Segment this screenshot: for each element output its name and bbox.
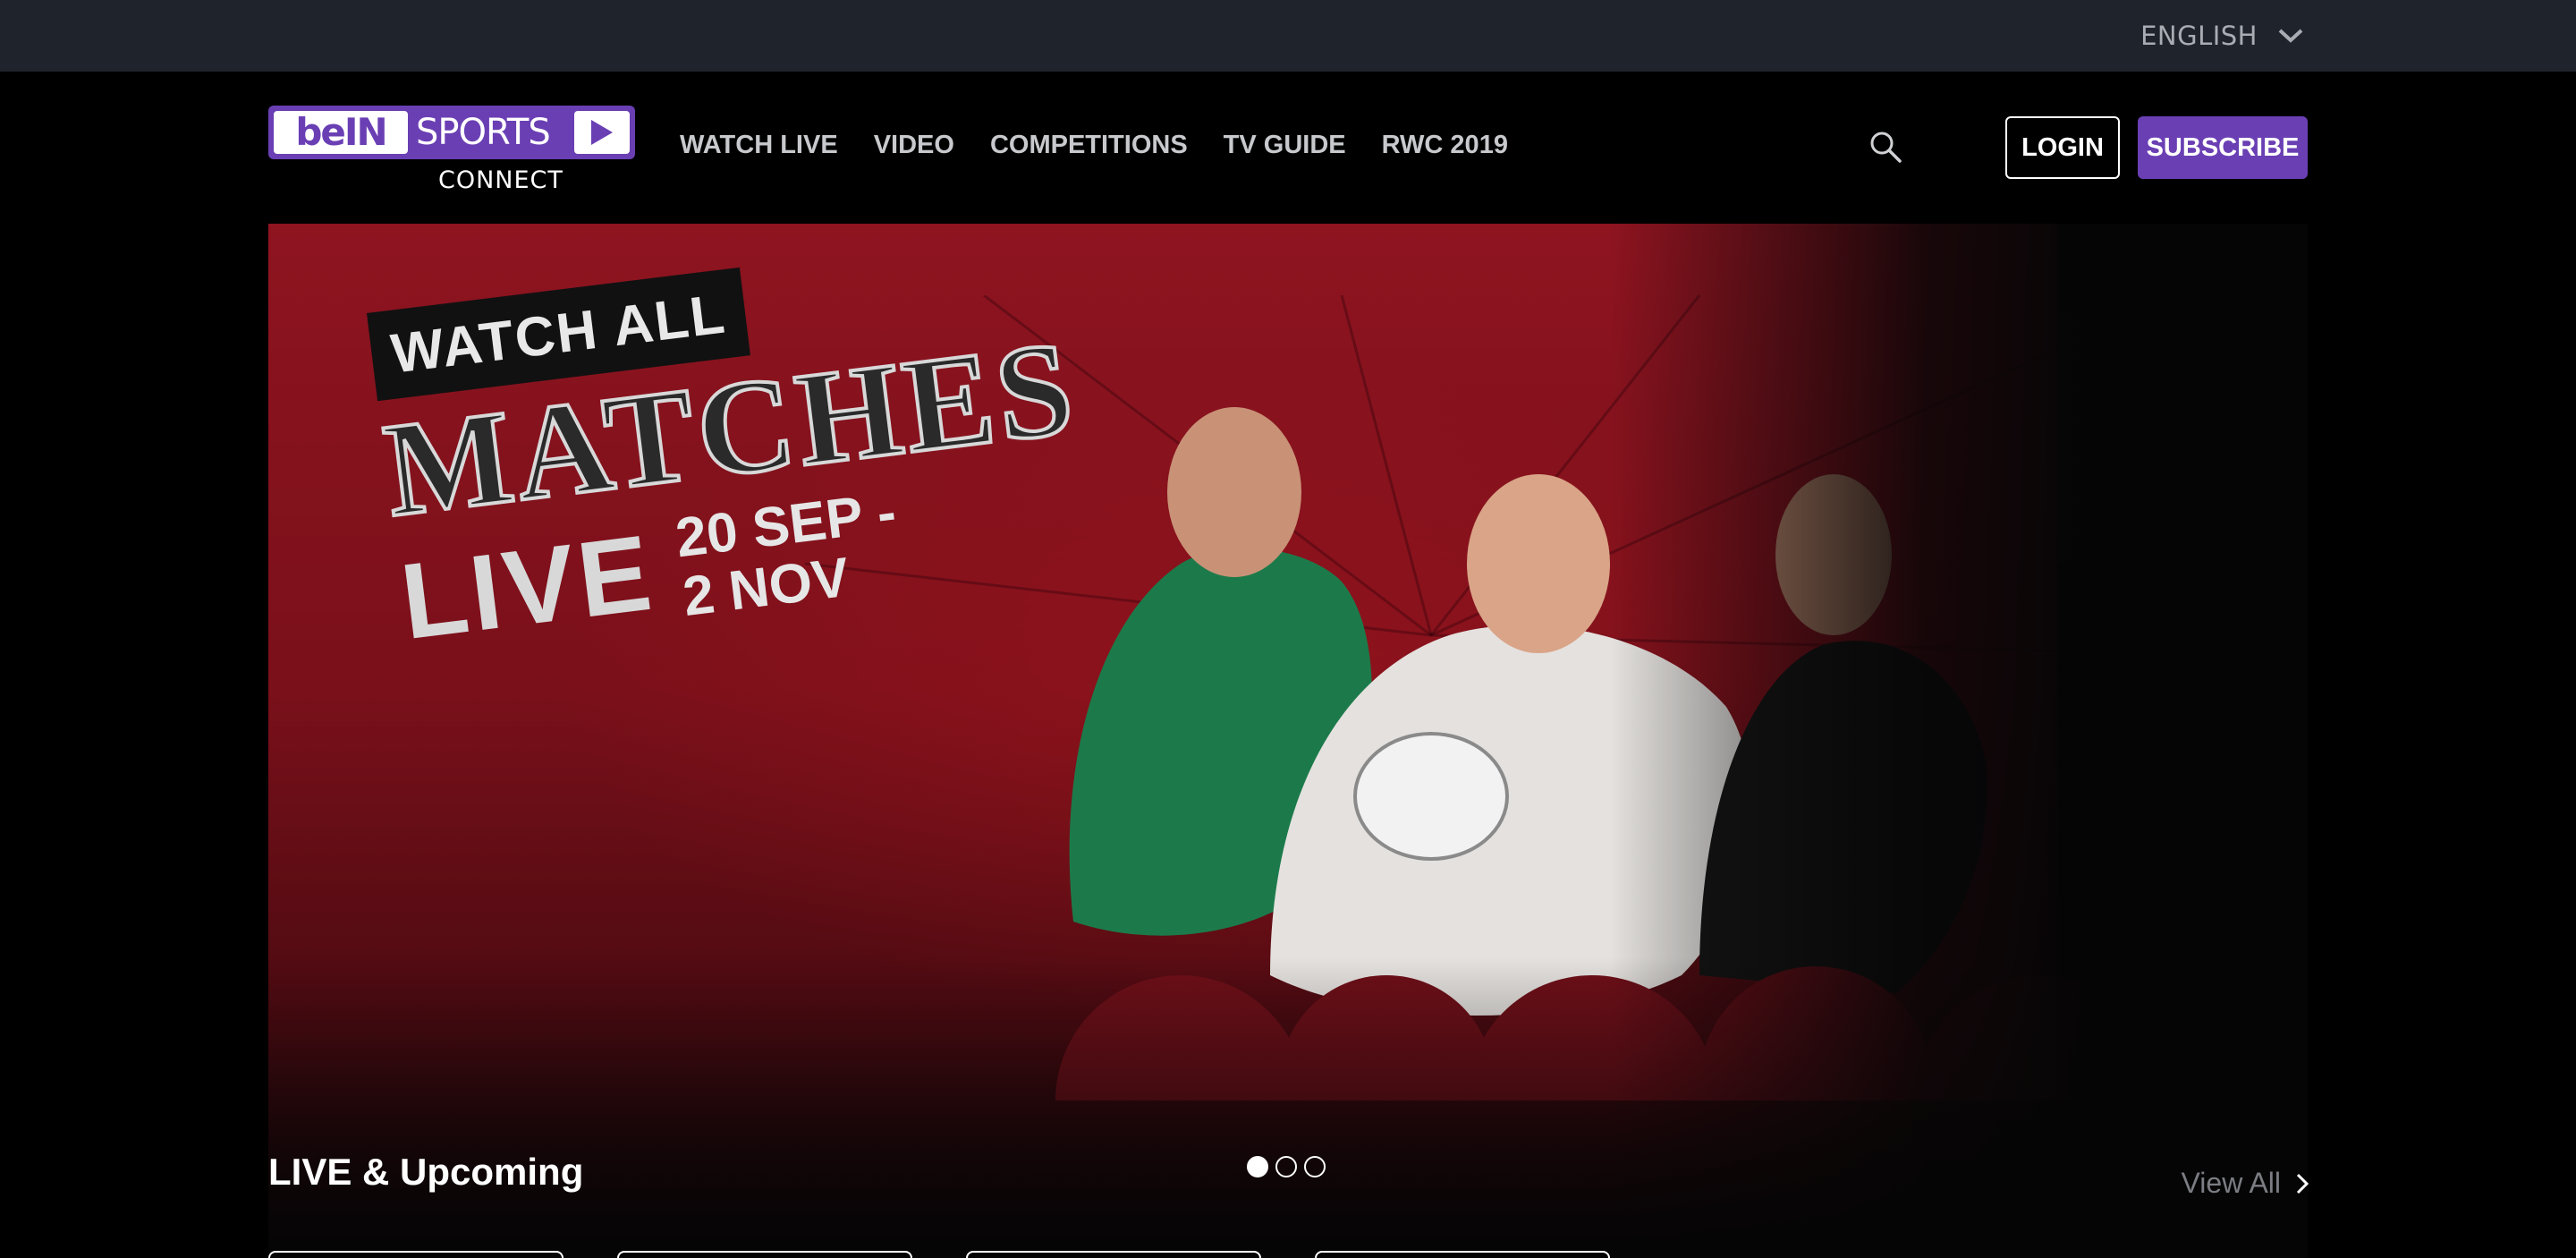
- view-all-label: View All: [2181, 1167, 2281, 1199]
- hero-carousel[interactable]: WATCH ALL MATCHES LIVE 20 SEP - 2 NOV: [268, 224, 2308, 1258]
- language-label: ENGLISH: [2140, 21, 2258, 51]
- search-icon: [1870, 132, 1902, 163]
- carousel-dot-1[interactable]: [1247, 1156, 1268, 1177]
- search-button[interactable]: [1868, 129, 1907, 168]
- view-all-link[interactable]: View All: [2182, 1167, 2309, 1200]
- live-cards-row: [268, 1251, 1610, 1258]
- subscribe-button[interactable]: SUBSCRIBE: [2138, 116, 2308, 179]
- logo-connect: CONNECT: [438, 166, 564, 194]
- nav-watch-live[interactable]: WATCH LIVE: [680, 131, 838, 160]
- carousel-dots: [1247, 1156, 1326, 1177]
- carousel-dot-2[interactable]: [1275, 1156, 1297, 1177]
- nav-tv-guide[interactable]: TV GUIDE: [1224, 131, 1346, 160]
- main-header: beIN SPORTS CONNECT WATCH LIVE VIDEO COM…: [0, 72, 2576, 197]
- primary-nav: WATCH LIVE VIDEO COMPETITIONS TV GUIDE R…: [680, 72, 1508, 218]
- live-upcoming-title: LIVE & Upcoming: [268, 1151, 584, 1193]
- live-card-4[interactable]: [1315, 1251, 1610, 1258]
- live-card-2[interactable]: [617, 1251, 912, 1258]
- play-icon: [574, 111, 630, 154]
- chevron-right-icon: [2296, 1173, 2309, 1194]
- live-card-3[interactable]: [966, 1251, 1261, 1258]
- nav-video[interactable]: VIDEO: [874, 131, 954, 160]
- logo-sports: SPORTS: [416, 112, 551, 153]
- login-button[interactable]: LOGIN: [2005, 116, 2120, 179]
- nav-competitions[interactable]: COMPETITIONS: [990, 131, 1188, 160]
- logo-bein: beIN: [274, 111, 408, 154]
- hero-dates: 20 SEP - 2 NOV: [673, 481, 906, 628]
- live-card-1[interactable]: [268, 1251, 564, 1258]
- logo-box: beIN SPORTS: [268, 106, 635, 159]
- bein-sports-connect-logo[interactable]: beIN SPORTS CONNECT: [268, 106, 635, 202]
- hero-fade-bottom: [268, 957, 2308, 1258]
- nav-rwc-2019[interactable]: RWC 2019: [1382, 131, 1508, 160]
- language-selector[interactable]: ENGLISH: [2140, 0, 2304, 72]
- carousel-dot-3[interactable]: [1304, 1156, 1326, 1177]
- chevron-down-icon: [2278, 29, 2303, 43]
- utility-bar: ENGLISH: [0, 0, 2576, 72]
